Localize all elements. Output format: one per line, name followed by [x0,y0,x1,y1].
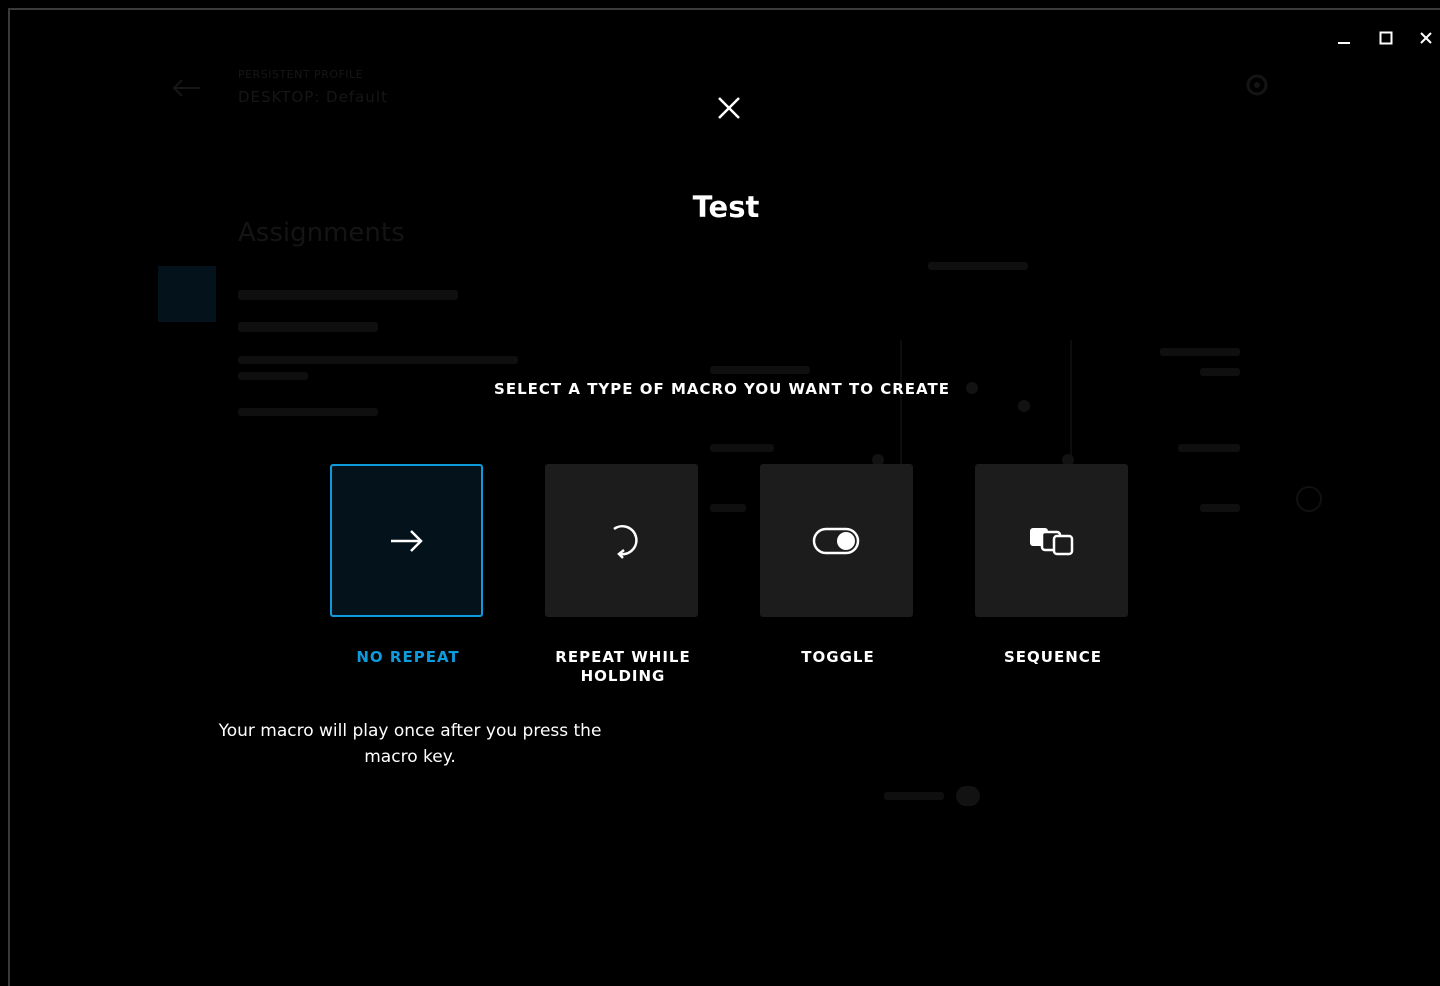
back-arrow-icon [172,79,200,97]
bg-text-line [1178,444,1240,452]
bg-text-line [884,792,944,800]
macro-type-toggle[interactable] [760,464,913,617]
bg-text-line [1160,348,1240,356]
close-modal-icon[interactable] [713,92,745,124]
selected-side-tile [158,266,216,322]
arrow-right-icon [390,529,423,552]
bg-button-dot [1018,400,1030,412]
bg-text-line [238,356,518,364]
repeat-while-holding-label[interactable]: REPEAT WHILE HOLDING [523,648,723,686]
gear-icon [1246,74,1268,96]
no-repeat-label[interactable]: NO REPEAT [308,648,508,667]
bg-text-line [1200,368,1240,376]
bg-text-line [928,262,1028,270]
bg-text-line [710,504,746,512]
bg-reset-icon [1296,486,1322,512]
toggle-label[interactable]: TOGGLE [738,648,938,667]
sequence-icon [1029,527,1073,555]
macro-type-sequence[interactable] [975,464,1128,617]
toggle-icon [812,527,859,554]
macro-type-repeat-while-holding[interactable] [545,464,698,617]
bg-text-line [238,322,378,332]
macro-type-prompt: SELECT A TYPE OF MACRO YOU WANT TO CREAT… [494,380,950,398]
repeat-icon [612,524,638,559]
macro-name-title: Test [692,190,760,224]
bg-text-line [710,444,774,452]
profile-name: DESKTOP: Default [238,88,388,106]
dimmed-background: PERSISTENT PROFILE DESKTOP: Default Assi… [10,10,1440,986]
macro-type-no-repeat[interactable] [330,464,483,617]
bg-text-line [1200,504,1240,512]
bg-toggle [956,786,980,806]
profile-label: PERSISTENT PROFILE [238,68,364,81]
bg-text-line [238,372,308,380]
bg-text-line [238,408,378,416]
sequence-label[interactable]: SEQUENCE [953,648,1153,667]
macro-type-description: Your macro will play once after you pres… [218,721,602,767]
app-window: PERSISTENT PROFILE DESKTOP: Default Assi… [8,8,1440,986]
bg-text-line [710,366,810,374]
bg-text-line [238,290,458,300]
